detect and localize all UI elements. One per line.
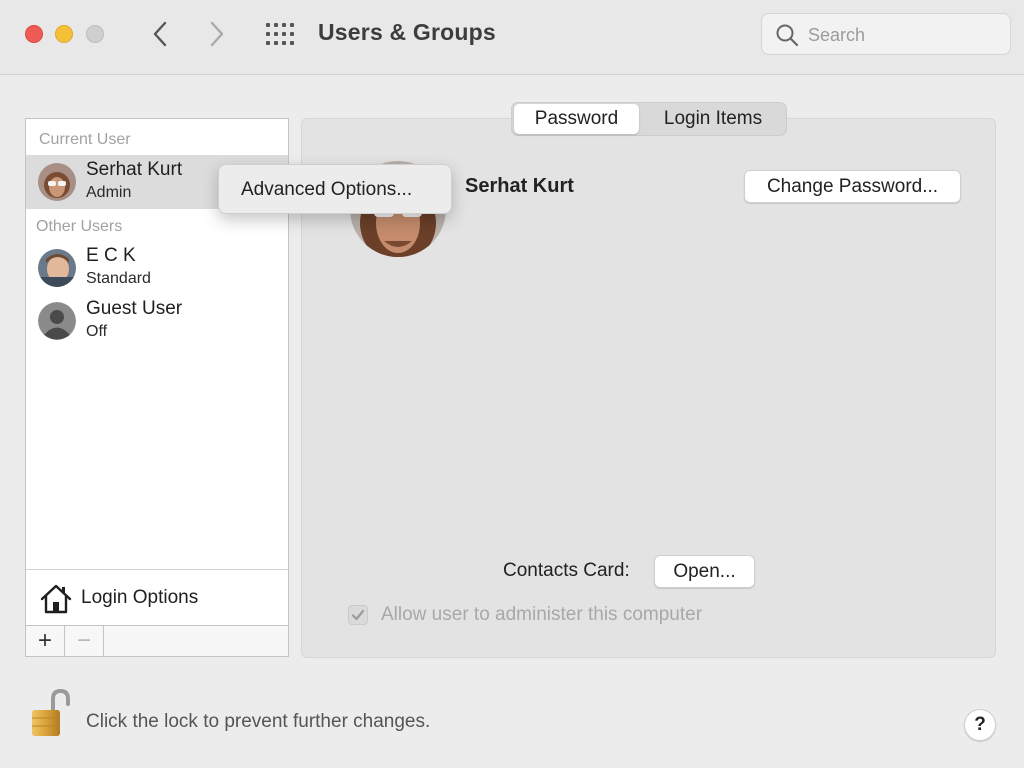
minimize-window-button[interactable] [55,25,73,43]
forward-button[interactable] [202,18,232,50]
login-options-item[interactable]: Login Options [26,569,288,625]
title-bar: Users & Groups [0,0,1024,75]
user-role: Off [86,323,108,340]
contacts-card-label: Contacts Card: [503,560,630,581]
checkmark-icon [351,609,365,621]
remove-user-button[interactable]: − [65,626,104,656]
chevron-right-icon [210,21,224,47]
help-button[interactable]: ? [964,709,996,741]
user-name: Serhat Kurt [86,159,183,180]
allow-admin-checkbox[interactable] [348,605,368,625]
open-contacts-card-button[interactable]: Open... [654,555,755,588]
zoom-window-button[interactable] [86,25,104,43]
user-role: Standard [86,270,151,287]
profile-user-name: Serhat Kurt [465,175,574,197]
search-icon [776,24,799,47]
lock-status-text: Click the lock to prevent further change… [86,711,431,732]
context-menu: Advanced Options... [218,164,452,214]
avatar [38,163,76,201]
users-list-toolbar: + − [26,625,288,656]
advanced-options-menu-item[interactable]: Advanced Options... [241,179,412,201]
other-users-header: Other Users [36,218,123,235]
user-name: E C K [86,245,136,266]
user-row-guest-user[interactable]: Guest User Off [26,294,288,348]
unlocked-lock-icon[interactable] [29,688,71,743]
user-name: Guest User [86,298,183,319]
user-role: Admin [86,184,132,201]
house-icon [40,584,72,614]
back-button[interactable] [145,18,175,50]
tab-password[interactable]: Password [514,104,639,134]
tab-login-items[interactable]: Login Items [642,104,784,134]
search-field[interactable] [761,13,1011,55]
chevron-left-icon [153,21,167,47]
current-user-header: Current User [39,131,131,148]
tab-bar: Password Login Items [511,102,787,136]
generic-user-icon [38,302,76,340]
login-options-label: Login Options [81,587,199,608]
user-row-eck[interactable]: E C K Standard [26,241,288,295]
close-window-button[interactable] [25,25,43,43]
window-title: Users & Groups [318,19,496,45]
add-user-button[interactable]: + [26,626,65,656]
avatar [38,249,76,287]
change-password-button[interactable]: Change Password... [744,170,961,203]
search-input[interactable] [808,22,998,48]
allow-admin-label: Allow user to administer this computer [381,604,703,625]
show-all-preferences-button[interactable] [264,21,298,47]
